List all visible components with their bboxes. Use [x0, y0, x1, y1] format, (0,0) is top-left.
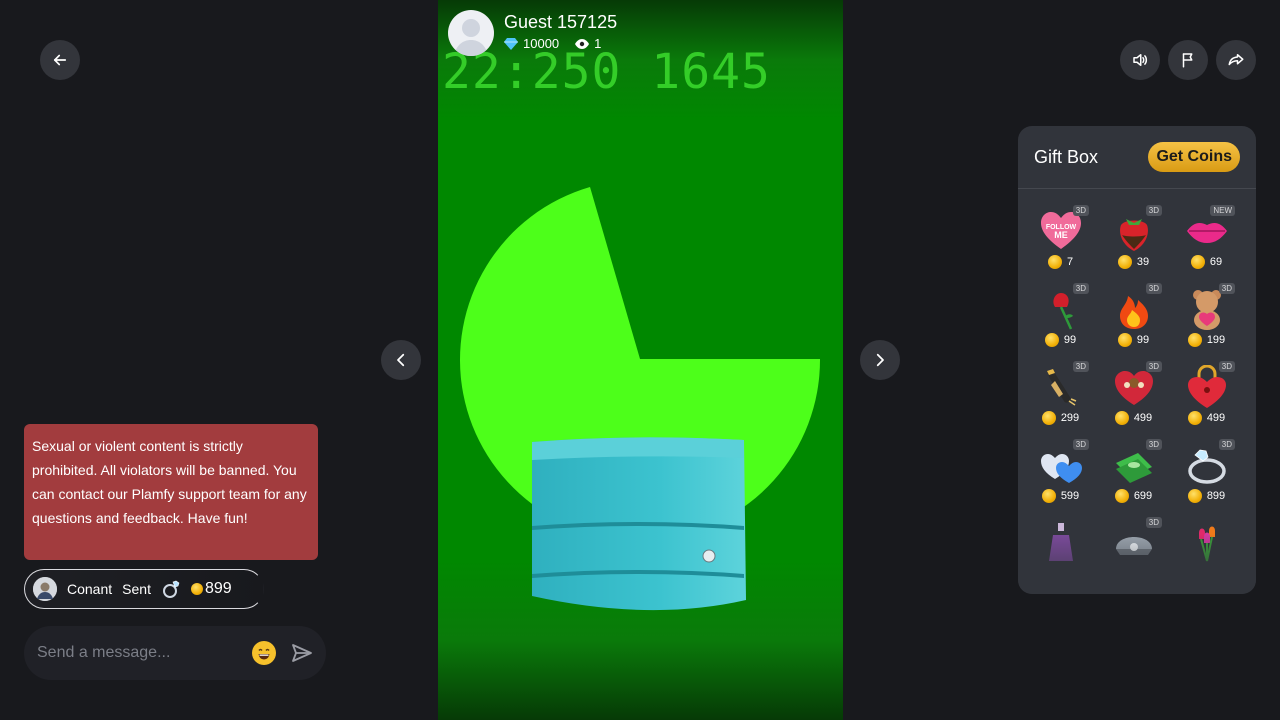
gift-price: 39 — [1136, 256, 1150, 268]
gift-item-pearl-shell[interactable]: 3D — [1097, 515, 1170, 593]
streamer-info: Guest 157125 10000 1 — [448, 10, 617, 56]
gift-tag: 3D — [1145, 205, 1162, 216]
gift-price: 299 — [1060, 412, 1080, 424]
viewer-count: 1 — [575, 36, 601, 51]
eye-icon — [575, 38, 590, 49]
gift-price: 69 — [1209, 256, 1223, 268]
gift-tag: 3D — [1145, 283, 1162, 294]
gift-price: 899 — [1206, 490, 1226, 502]
get-coins-button[interactable]: Get Coins — [1148, 142, 1240, 172]
smiley-icon — [253, 642, 275, 664]
live-room: 22:250 1645 Guest 157125 10000 1 Sexual … — [0, 0, 1280, 720]
gift-tag: NEW — [1210, 205, 1235, 216]
video-stream[interactable]: 22:250 1645 — [438, 0, 843, 720]
gift-amount: 899 — [190, 580, 232, 598]
gift-price: 199 — [1206, 334, 1226, 346]
gift-price: 599 — [1060, 490, 1080, 502]
chevron-right-icon — [876, 353, 884, 367]
gift-tag: 3D — [1072, 283, 1089, 294]
gift-tag: 3D — [1145, 517, 1162, 528]
emoji-button[interactable] — [252, 641, 276, 665]
share-button[interactable] — [1216, 40, 1256, 80]
coin-icon — [1041, 489, 1056, 503]
coin-icon — [1187, 489, 1202, 503]
gift-item-heart-box[interactable]: 3D 499 — [1097, 359, 1170, 437]
coin-icon — [1117, 333, 1132, 347]
gift-price: 99 — [1063, 334, 1077, 346]
perfume-icon — [1048, 523, 1073, 561]
gift-item-heart-lock[interactable]: 3D 499 — [1170, 359, 1243, 437]
user-avatar — [33, 577, 57, 601]
gift-item-ring[interactable]: 3D 899 — [1170, 437, 1243, 515]
diamond-ring-icon — [162, 580, 180, 598]
speaker-icon — [1133, 54, 1148, 66]
gift-tag: 3D — [1072, 439, 1089, 450]
sound-button[interactable] — [1120, 40, 1160, 80]
jewelry-box-image — [532, 437, 746, 611]
gift-item-fire[interactable]: 3D 99 — [1097, 281, 1170, 359]
gift-tag: 3D — [1218, 283, 1235, 294]
gift-item-teddy-bear[interactable]: 3D 199 — [1170, 281, 1243, 359]
send-icon[interactable] — [290, 641, 314, 665]
gift-tag: 3D — [1072, 205, 1089, 216]
diamond-count: 10000 — [504, 36, 559, 51]
arrow-left-icon — [53, 54, 67, 66]
diamond-icon — [504, 37, 518, 50]
gift-item-rose[interactable]: 3D 99 — [1024, 281, 1097, 359]
flag-icon — [1182, 53, 1193, 68]
person-icon — [454, 19, 488, 56]
previous-stream-button[interactable] — [381, 340, 421, 380]
gift-amount-value: 899 — [204, 580, 232, 597]
back-button[interactable] — [40, 40, 80, 80]
coin-icon — [1047, 255, 1062, 269]
tulips-icon — [1198, 526, 1215, 562]
gift-price: 99 — [1136, 334, 1150, 346]
gift-sender-name: Conant — [67, 581, 113, 597]
next-stream-button[interactable] — [860, 340, 900, 380]
gift-grid: 3D FOLLOW ME 7 3D 39 NEW 69 3D 99 3D 99 … — [1018, 189, 1256, 593]
gift-item-money[interactable]: 3D 699 — [1097, 437, 1170, 515]
gift-tag: 3D — [1145, 361, 1162, 372]
gift-action-label: Sent — [122, 581, 151, 597]
coin-icon — [1114, 489, 1129, 503]
gift-notification: Conant Sent 899 — [24, 569, 264, 609]
streamer-avatar[interactable] — [448, 10, 494, 56]
gift-price: 7 — [1066, 256, 1074, 268]
gift-box-title: Gift Box — [1034, 146, 1099, 167]
share-arrow-icon — [1228, 54, 1244, 66]
svg-text:ME: ME — [1054, 230, 1068, 240]
coin-icon — [1190, 255, 1205, 269]
gift-item-follow-me[interactable]: 3D FOLLOW ME 7 — [1024, 203, 1097, 281]
gift-box-panel: Gift Box Get Coins 3D FOLLOW ME 7 3D 39 N… — [1018, 126, 1256, 594]
gift-item-champagne[interactable]: 3D 299 — [1024, 359, 1097, 437]
gift-box-header: Gift Box Get Coins — [1018, 126, 1256, 189]
coin-icon — [1044, 333, 1059, 347]
gift-item-twin-hearts[interactable]: 3D 599 — [1024, 437, 1097, 515]
gift-item-perfume[interactable] — [1024, 515, 1097, 593]
diamond-count-value: 10000 — [523, 36, 560, 51]
gift-item-kiss[interactable]: NEW 69 — [1170, 203, 1243, 281]
gift-price: 499 — [1206, 412, 1226, 424]
gift-price: 499 — [1133, 412, 1153, 424]
message-input[interactable] — [37, 644, 252, 662]
gift-tag: 3D — [1218, 439, 1235, 450]
report-button[interactable] — [1168, 40, 1208, 80]
coin-icon — [1114, 411, 1129, 425]
gift-tag: 3D — [1072, 361, 1089, 372]
gift-tag: 3D — [1145, 439, 1162, 450]
content-warning: Sexual or violent content is strictly pr… — [24, 424, 318, 560]
gift-price: 699 — [1133, 490, 1153, 502]
coin-icon — [1041, 411, 1056, 425]
viewer-count-value: 1 — [594, 36, 602, 51]
gift-item-strawberry[interactable]: 3D 39 — [1097, 203, 1170, 281]
chevron-left-icon — [397, 353, 405, 367]
coin-icon — [1187, 411, 1202, 425]
message-composer — [24, 626, 326, 680]
coin-icon — [1187, 333, 1202, 347]
gift-item-tulips[interactable] — [1170, 515, 1243, 593]
coin-icon — [1117, 255, 1132, 269]
streamer-name: Guest 157125 — [504, 12, 618, 32]
gift-tag: 3D — [1218, 361, 1235, 372]
coin-icon — [190, 583, 203, 595]
